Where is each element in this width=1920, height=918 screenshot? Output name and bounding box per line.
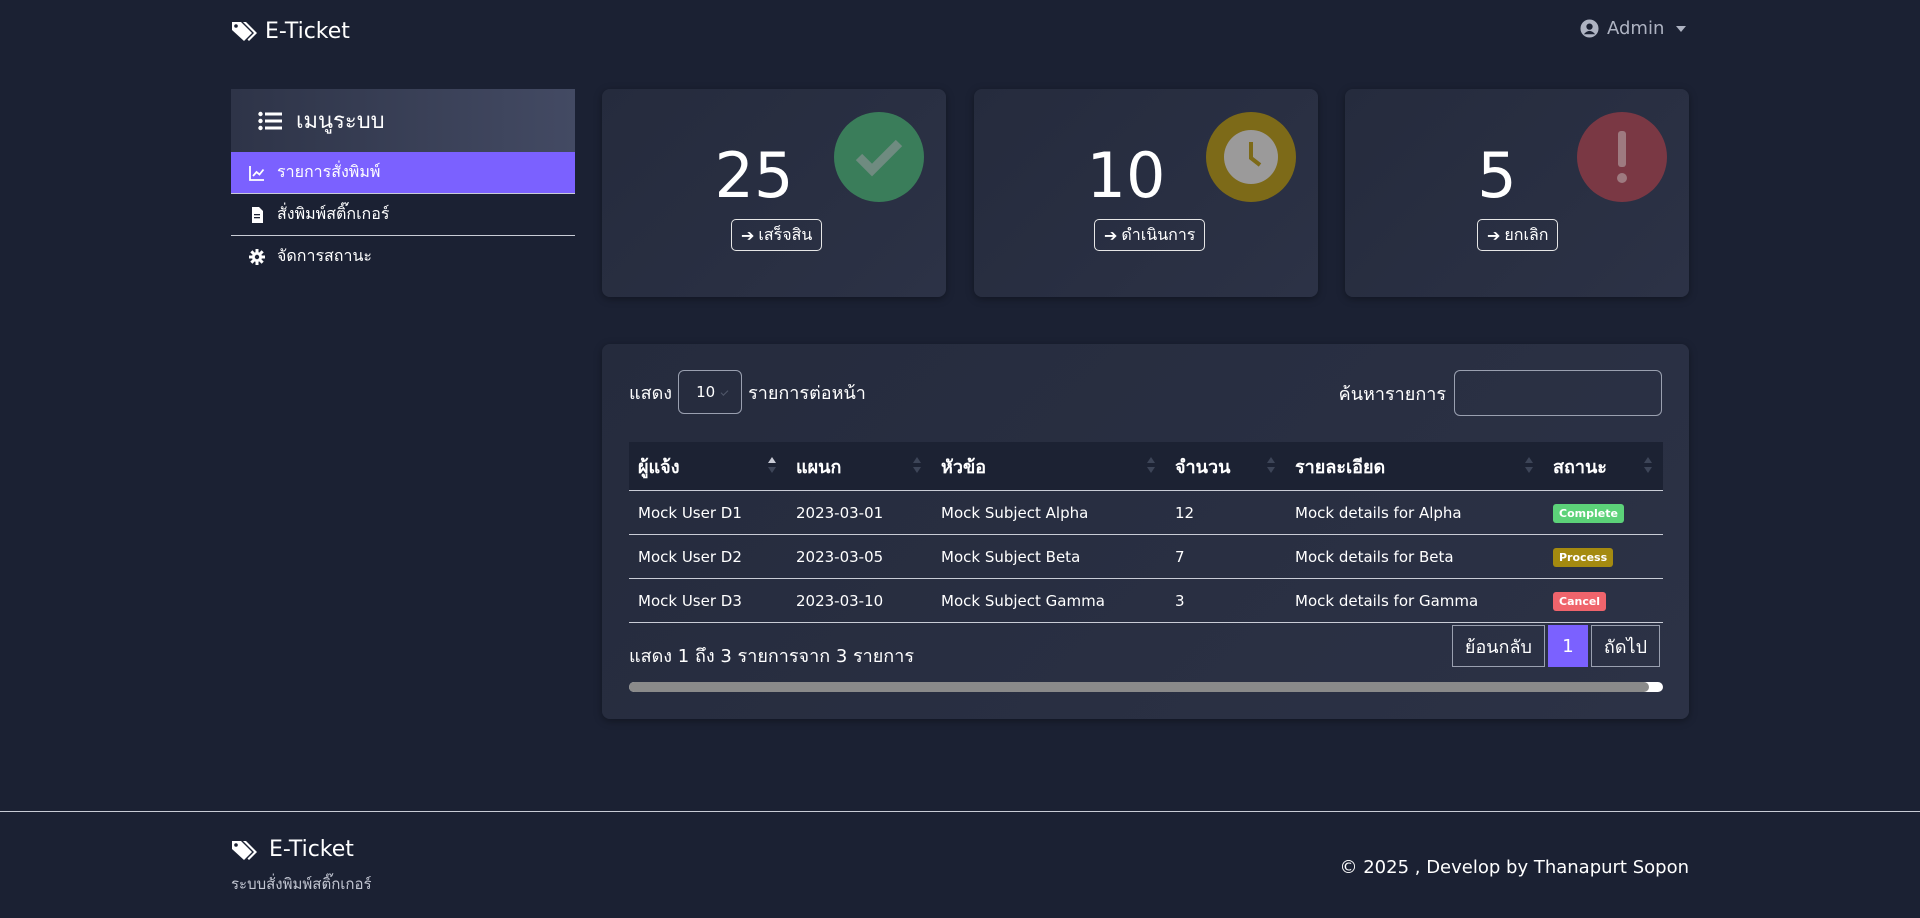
gear-icon [249,248,265,265]
footer-copyright: © 2025 , Develop by Thanapurt Sopon [1339,857,1690,878]
arrow-right-icon: ➔ [1104,225,1118,245]
brand-name: E-Ticket [265,18,350,44]
status-badge: Complete [1553,503,1624,523]
cell-department: 2023-03-05 [787,534,932,579]
orders-panel: แสดง 10 รายการต่อหน้า ค้นหารายการ ผู้แจ้… [602,344,1689,719]
table-row[interactable]: Mock User D2 2023-03-05 Mock Subject Bet… [629,534,1663,579]
user-circle-icon [1580,19,1599,38]
chart-line-icon [249,165,265,181]
cell-subject: Mock Subject Alpha [932,490,1166,535]
sidebar: เมนูระบบ รายการสั่งพิมพ์ สั่งพิมพ์สติ๊กเ… [231,89,575,277]
cell-department: 2023-03-01 [787,490,932,535]
sort-icon [1644,457,1652,473]
arrow-right-icon: ➔ [741,225,755,245]
table-info: แสดง 1 ถึง 3 รายการจาก 3 รายการ [629,646,914,667]
cell-quantity: 3 [1166,578,1286,623]
stat-value: 10 [1086,139,1166,212]
stat-card-process: 10 ➔ ดำเนินการ [974,89,1318,297]
cell-status: Cancel [1544,578,1663,623]
page-length-control: แสดง 10 รายการต่อหน้า [629,370,866,414]
pagination: ย้อนกลับ 1 ถัดไป [1451,625,1660,667]
footer-brand: E-Ticket [231,837,354,862]
stat-value: 5 [1477,139,1517,212]
cell-subject: Mock Subject Beta [932,534,1166,579]
next-page-button[interactable]: ถัดไป [1590,625,1660,667]
footer: E-Ticket ระบบสั่งพิมพ์สติ๊กเกอร์ © 2025 … [0,811,1920,918]
cell-status: Complete [1544,490,1663,535]
horizontal-scrollbar[interactable] [629,682,1663,692]
sort-icon [913,457,921,473]
status-badge: Cancel [1553,591,1607,611]
cell-subject: Mock Subject Gamma [932,578,1166,623]
column-header-reporter[interactable]: ผู้แจ้ง [629,442,787,491]
sidebar-item-print-sticker[interactable]: สั่งพิมพ์สติ๊กเกอร์ [231,194,575,236]
sidebar-item-label: จัดการสถานะ [277,246,372,265]
scrollbar-thumb[interactable] [629,682,1649,692]
process-button[interactable]: ➔ ดำเนินการ [1094,219,1206,251]
table-header-row: ผู้แจ้ง แผนก หัวข้อ จำนวน รายละเอียด สถา… [629,442,1663,491]
cell-reporter: Mock User D2 [629,534,787,579]
cell-reporter: Mock User D3 [629,578,787,623]
complete-button[interactable]: ➔ เสร็จสิน [731,219,823,251]
per-page-label: รายการต่อหน้า [748,382,866,404]
sidebar-item-label: รายการสั่งพิมพ์ [277,162,381,181]
status-badge: Process [1553,547,1614,567]
search-input[interactable] [1454,370,1662,416]
cell-quantity: 12 [1166,490,1286,535]
column-header-quantity[interactable]: จำนวน [1166,442,1286,491]
list-icon [258,111,282,130]
page-button-current[interactable]: 1 [1547,625,1588,667]
sidebar-header: เมนูระบบ [231,89,575,152]
prev-page-button[interactable]: ย้อนกลับ [1451,625,1545,667]
column-header-subject[interactable]: หัวข้อ [932,442,1166,491]
search-control: ค้นหารายการ [1339,370,1662,416]
sort-icon [1525,457,1533,473]
column-header-details[interactable]: รายละเอียด [1286,442,1544,491]
sort-icon [1147,457,1155,473]
page-length-select[interactable]: 10 [678,370,743,414]
cell-quantity: 7 [1166,534,1286,579]
user-menu[interactable]: Admin [1580,18,1687,39]
cell-details: Mock details for Gamma [1286,578,1544,623]
arrow-right-icon: ➔ [1487,225,1501,245]
tags-icon [232,22,257,41]
search-label: ค้นหารายการ [1338,383,1446,405]
footer-brand-name: E-Ticket [269,837,354,862]
sidebar-title: เมนูระบบ [296,109,385,134]
show-label: แสดง [629,382,673,404]
stat-card-cancel: 5 ➔ ยกเลิก [1345,89,1689,297]
sort-asc-icon [768,457,776,473]
caret-down-icon [1676,25,1687,32]
sidebar-item-label: สั่งพิมพ์สติ๊กเกอร์ [277,204,390,223]
footer-subtitle: ระบบสั่งพิมพ์สติ๊กเกอร์ [231,875,372,893]
cell-reporter: Mock User D1 [629,490,787,535]
column-header-department[interactable]: แผนก [787,442,932,491]
cell-department: 2023-03-10 [787,578,932,623]
sidebar-item-print-list[interactable]: รายการสั่งพิมพ์ [231,152,575,194]
table-row[interactable]: Mock User D1 2023-03-01 Mock Subject Alp… [629,490,1663,535]
file-icon [252,206,263,223]
sidebar-item-manage-status[interactable]: จัดการสถานะ [231,236,575,277]
table-row[interactable]: Mock User D3 2023-03-10 Mock Subject Gam… [629,578,1663,623]
user-name: Admin [1607,18,1665,39]
cell-details: Mock details for Beta [1286,534,1544,579]
orders-table: ผู้แจ้ง แผนก หัวข้อ จำนวน รายละเอียด สถา… [629,442,1663,623]
cell-details: Mock details for Alpha [1286,490,1544,535]
cancel-button[interactable]: ➔ ยกเลิก [1477,219,1559,251]
tags-icon [232,840,257,860]
sort-icon [1267,457,1275,473]
column-header-status[interactable]: สถานะ [1544,442,1663,491]
stat-card-complete: 25 ➔ เสร็จสิน [602,89,946,297]
cell-status: Process [1544,534,1663,579]
navbar-brand[interactable]: E-Ticket [231,14,350,48]
stat-value: 25 [714,139,794,212]
